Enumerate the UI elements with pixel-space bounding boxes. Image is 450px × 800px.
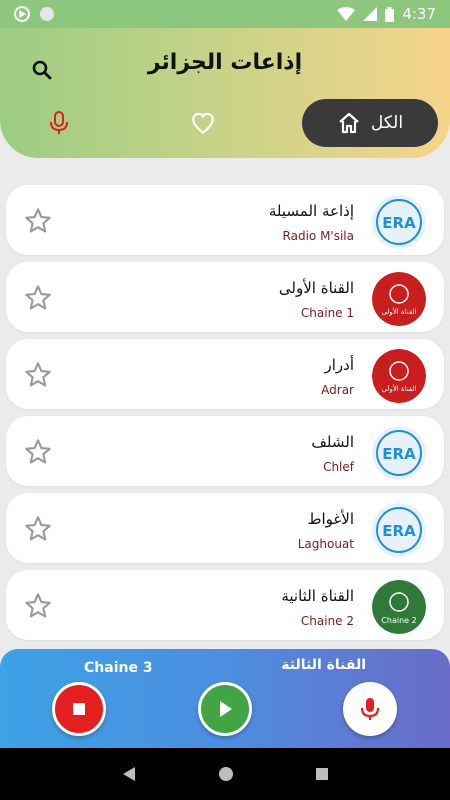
home-nav-icon[interactable] [218,766,234,782]
logo-text: ERA [382,522,416,540]
record-button[interactable] [343,682,397,736]
search-button[interactable] [30,58,54,82]
battery-icon [385,6,395,22]
status-bar: 4:37 [0,0,450,28]
station-item[interactable]: إذاعة المسيلة Radio M'sila ERA [6,185,444,255]
status-time: 4:37 [402,5,436,23]
station-latin-name: Adrar [321,383,354,397]
logo-text: ERA [382,445,416,463]
play-button[interactable] [198,682,252,736]
station-item[interactable]: أدرار Adrar القناة الأولى [6,339,444,409]
station-arabic-name: أدرار [324,356,354,374]
wifi-icon [337,7,356,21]
star-icon[interactable] [24,438,52,466]
now-playing-latin-name: Chaine 3 [84,660,153,676]
logo-text: القناة الأولى [381,307,416,316]
station-logo: القناة الأولى [372,349,426,403]
station-logo: القناة الأولى [372,272,426,326]
microphone-icon [360,698,380,720]
station-item[interactable]: الأغواط Laghouat ERA [6,493,444,563]
stop-icon [73,703,85,715]
station-arabic-name: القناة الأولى [278,279,354,297]
media-play-icon [14,6,30,22]
station-item[interactable]: القناة الثانية Chaine 2 Chaine 2 [6,570,444,640]
tab-favorites[interactable] [190,110,216,136]
station-latin-name: Chaine 1 [300,306,354,320]
station-arabic-name: القناة الثانية [281,587,354,605]
home-icon [339,112,359,134]
tab-all[interactable]: الكل [302,99,438,147]
tab-all-label: الكل [370,113,404,133]
microphone-icon [50,111,68,134]
now-playing-arabic-name: القناة الثالثة [281,657,366,673]
station-list: إذاعة المسيلة Radio M'sila ERA القناة ال… [6,185,444,647]
station-logo: ERA [372,503,426,557]
station-arabic-name: الأغواط [307,510,354,528]
star-icon[interactable] [24,284,52,312]
station-latin-name: Chaine 2 [300,614,354,628]
station-latin-name: Laghouat [297,537,354,551]
star-icon[interactable] [24,515,52,543]
logo-text: ERA [382,214,416,232]
station-logo: ERA [372,426,426,480]
star-icon[interactable] [24,592,52,620]
notification-dot-icon [40,7,54,21]
logo-text: Chaine 2 [381,616,416,625]
station-arabic-name: الشلف [311,433,354,451]
logo-text: القناة الأولى [381,384,416,393]
now-playing-bar: Chaine 3 القناة الثالثة [0,649,450,748]
station-latin-name: Radio M'sila [282,229,354,243]
recents-icon[interactable] [315,767,329,781]
station-logo: ERA [372,195,426,249]
back-icon[interactable] [121,766,137,782]
star-icon[interactable] [24,361,52,389]
star-icon[interactable] [24,207,52,235]
tab-recordings[interactable] [48,110,70,136]
stop-button[interactable] [52,682,106,736]
system-nav-bar [0,748,450,800]
station-latin-name: Chlef [323,460,354,474]
heart-icon [192,112,214,135]
station-item[interactable]: القناة الأولى Chaine 1 القناة الأولى [6,262,444,332]
station-logo: Chaine 2 [372,580,426,634]
search-icon [32,60,52,80]
play-icon [220,701,232,717]
page-title: إذاعات الجزائر [147,50,303,75]
cellular-icon [363,7,378,21]
station-arabic-name: إذاعة المسيلة [268,202,354,220]
station-item[interactable]: الشلف Chlef ERA [6,416,444,486]
